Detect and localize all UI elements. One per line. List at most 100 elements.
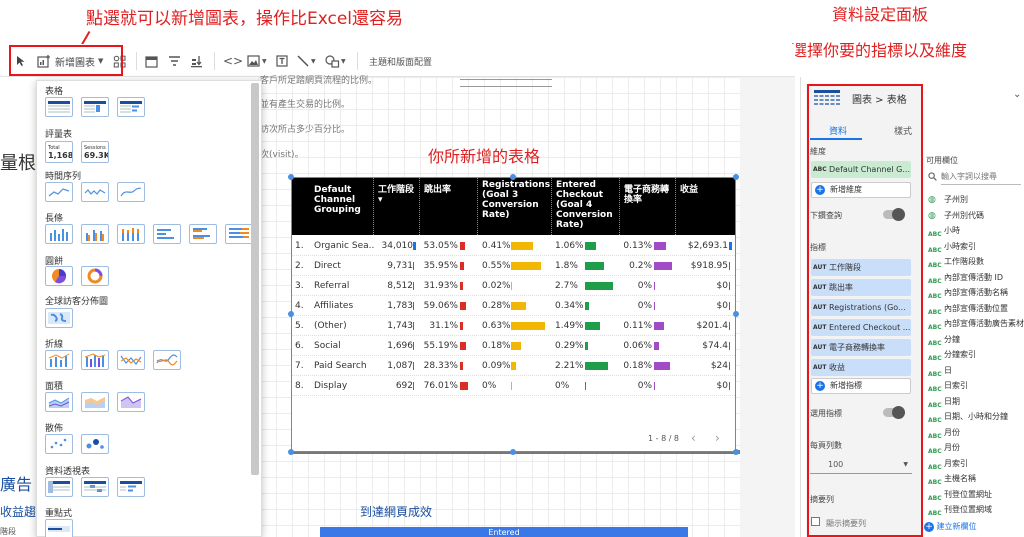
- available-field-item[interactable]: ◍ 子州別代碼: [928, 208, 984, 224]
- available-field-item[interactable]: ABC 日索引: [928, 378, 968, 394]
- smooth-line-icon[interactable]: [153, 350, 181, 370]
- pie-chart-icon[interactable]: [45, 266, 73, 286]
- table-row[interactable]: 7. Paid Search 1,087 28.33% 0.09% 2.21% 0.18% $…: [292, 356, 735, 376]
- table-header-channel[interactable]: Default Channel Grouping: [292, 178, 374, 235]
- cell-channel: Display: [314, 381, 348, 391]
- resize-handle-ml[interactable]: [288, 311, 294, 317]
- pivot-bars-icon[interactable]: [117, 477, 145, 497]
- available-field-item[interactable]: ABC 刊登位置網址: [928, 487, 992, 503]
- menu-scrollbar[interactable]: [251, 83, 259, 475]
- table-header-bounce[interactable]: 跳出率: [420, 178, 478, 235]
- resize-handle-bm[interactable]: [510, 449, 516, 455]
- available-field-item[interactable]: ABC 主機名稱: [928, 471, 976, 487]
- table-header-revenue[interactable]: 收益: [676, 178, 735, 235]
- code-embed-icon[interactable]: <>: [223, 52, 243, 70]
- sessions-bar: [413, 362, 414, 370]
- available-field-item[interactable]: ABC 日期、小時和分鐘: [928, 409, 1008, 425]
- available-field-item[interactable]: ABC 內部宣傳活動 ID: [928, 270, 1003, 286]
- checkout-bar: [585, 242, 596, 250]
- available-field-item[interactable]: ABC 月索引: [928, 456, 968, 472]
- resize-handle-bl[interactable]: [288, 449, 294, 455]
- field-search-input[interactable]: [941, 169, 1021, 185]
- field-label: 日期、小時和分鐘: [944, 412, 1008, 421]
- available-field-item[interactable]: ABC 工作階段數: [928, 254, 984, 270]
- cell-bounce: 31.93%: [423, 281, 458, 291]
- cell-bounce: 28.33%: [423, 361, 458, 371]
- revenue-bar: [729, 302, 730, 310]
- resize-handle-mr[interactable]: [733, 311, 739, 317]
- grouped-column-icon[interactable]: [81, 224, 109, 244]
- available-field-item[interactable]: ◍ 子州別: [928, 192, 968, 208]
- resize-handle-tr[interactable]: [733, 174, 739, 180]
- prev-page-icon[interactable]: ‹: [691, 431, 696, 445]
- available-field-item[interactable]: ABC 日: [928, 363, 952, 379]
- stacked-area-icon[interactable]: [81, 392, 109, 412]
- table-row[interactable]: 4. Affiliates 1,783 59.06% 0.28% 0.34% 0% $0: [292, 296, 735, 316]
- table-header-checkout[interactable]: Entered Checkout (Goal 4 Conversion Rate…: [552, 178, 620, 235]
- table-row[interactable]: 1. Organic Sea... 34,010 53.05% 0.41% 1.06% 0.…: [292, 236, 735, 256]
- create-field-button[interactable]: + 建立新欄位: [924, 521, 977, 532]
- grouped-bar-icon[interactable]: [189, 224, 217, 244]
- data-table[interactable]: Default Channel Grouping 工作階段 ▾ 跳出率 Regi…: [291, 177, 736, 452]
- percent-area-icon[interactable]: [117, 392, 145, 412]
- table-row[interactable]: 2. Direct 9,731 35.95% 0.55% 1.8% 0.2% $918.95: [292, 256, 735, 276]
- resize-handle-br[interactable]: [733, 449, 739, 455]
- table-header-sessions[interactable]: 工作階段 ▾: [374, 178, 420, 235]
- table-row[interactable]: 3. Referral 8,512 31.93% 0.02% 2.7% 0% $0: [292, 276, 735, 296]
- stacked-combo-icon[interactable]: [81, 350, 109, 370]
- collapse-chevron-icon[interactable]: ⌄: [1013, 89, 1021, 100]
- date-range-icon[interactable]: [145, 52, 158, 70]
- available-field-item[interactable]: ABC 日期: [928, 394, 960, 410]
- available-field-item[interactable]: ABC 內部宣傳活動位置: [928, 301, 1008, 317]
- resize-handle-tl[interactable]: [288, 174, 294, 180]
- table-chart-icon[interactable]: [45, 97, 73, 117]
- available-field-item[interactable]: ABC 分鐘: [928, 332, 960, 348]
- table-header-ecom[interactable]: 電子商務轉換率: [620, 178, 676, 235]
- filter-control-icon[interactable]: [168, 52, 181, 70]
- bar-chart-icon[interactable]: [153, 224, 181, 244]
- available-field-item[interactable]: ABC 月份: [928, 425, 960, 441]
- line-chart-icon[interactable]: [117, 350, 145, 370]
- available-field-item[interactable]: ABC 小時索引: [928, 239, 976, 255]
- combo-chart-icon[interactable]: [45, 350, 73, 370]
- table-heatmap-icon[interactable]: [81, 97, 109, 117]
- bullet-chart-icon[interactable]: [45, 519, 73, 537]
- line-tool-icon[interactable]: ▼: [297, 52, 316, 70]
- cell-revenue: $201.4: [696, 321, 729, 331]
- available-field-item[interactable]: ABC 分鐘索引: [928, 347, 976, 363]
- bubble-chart-icon[interactable]: [81, 434, 109, 454]
- available-field-item[interactable]: ABC 內部宣傳活動名稱: [928, 285, 1008, 301]
- text-box-icon[interactable]: [276, 52, 288, 70]
- cell-bounce: 31.1%: [429, 321, 458, 331]
- available-field-item[interactable]: ABC 小時: [928, 223, 960, 239]
- data-control-icon[interactable]: [190, 52, 203, 70]
- area-chart-icon[interactable]: [45, 392, 73, 412]
- table-row[interactable]: 6. Social 1,696 55.19% 0.18% 0.29% 0.06% $74.4: [292, 336, 735, 356]
- column-chart-icon[interactable]: [45, 224, 73, 244]
- shape-tool-icon[interactable]: ▼: [325, 52, 346, 70]
- next-page-icon[interactable]: ›: [715, 431, 720, 445]
- donut-chart-icon[interactable]: [81, 266, 109, 286]
- available-field-item[interactable]: ABC 內部宣傳活動廣告素材: [928, 316, 1024, 332]
- table-bars-icon[interactable]: [117, 97, 145, 117]
- pivot-table-icon[interactable]: [45, 477, 73, 497]
- theme-layout-button[interactable]: 主題和版面配置: [369, 52, 432, 70]
- image-icon[interactable]: ▼: [247, 52, 267, 70]
- scorecard-sessions-icon[interactable]: Sessions 69.3K: [81, 141, 109, 163]
- available-field-item[interactable]: ABC 刊登位置網域: [928, 502, 992, 518]
- stacked-column-icon[interactable]: [117, 224, 145, 244]
- available-field-item[interactable]: ABC 月份: [928, 440, 960, 456]
- sparkline-icon[interactable]: [81, 182, 109, 202]
- scorecard-total-icon[interactable]: Total 1,168: [45, 141, 73, 163]
- scatter-chart-icon[interactable]: [45, 434, 73, 454]
- geo-map-icon[interactable]: [45, 308, 73, 328]
- table-header-registrations[interactable]: Registrations (Goal 3 Conversion Rate): [478, 178, 552, 235]
- time-series-icon[interactable]: [45, 182, 73, 202]
- pivot-heatmap-icon[interactable]: [81, 477, 109, 497]
- stacked-bar-icon[interactable]: [225, 224, 253, 244]
- smooth-time-series-icon[interactable]: [117, 182, 145, 202]
- table-row[interactable]: 5. (Other) 1,743 31.1% 0.63% 1.49% 0.11% $201.4: [292, 316, 735, 336]
- resize-handle-tm[interactable]: [510, 174, 516, 180]
- cell-ecom: 0.06%: [623, 341, 652, 351]
- table-row[interactable]: 8. Display 692 76.01% 0% 0% 0% $0: [292, 376, 735, 396]
